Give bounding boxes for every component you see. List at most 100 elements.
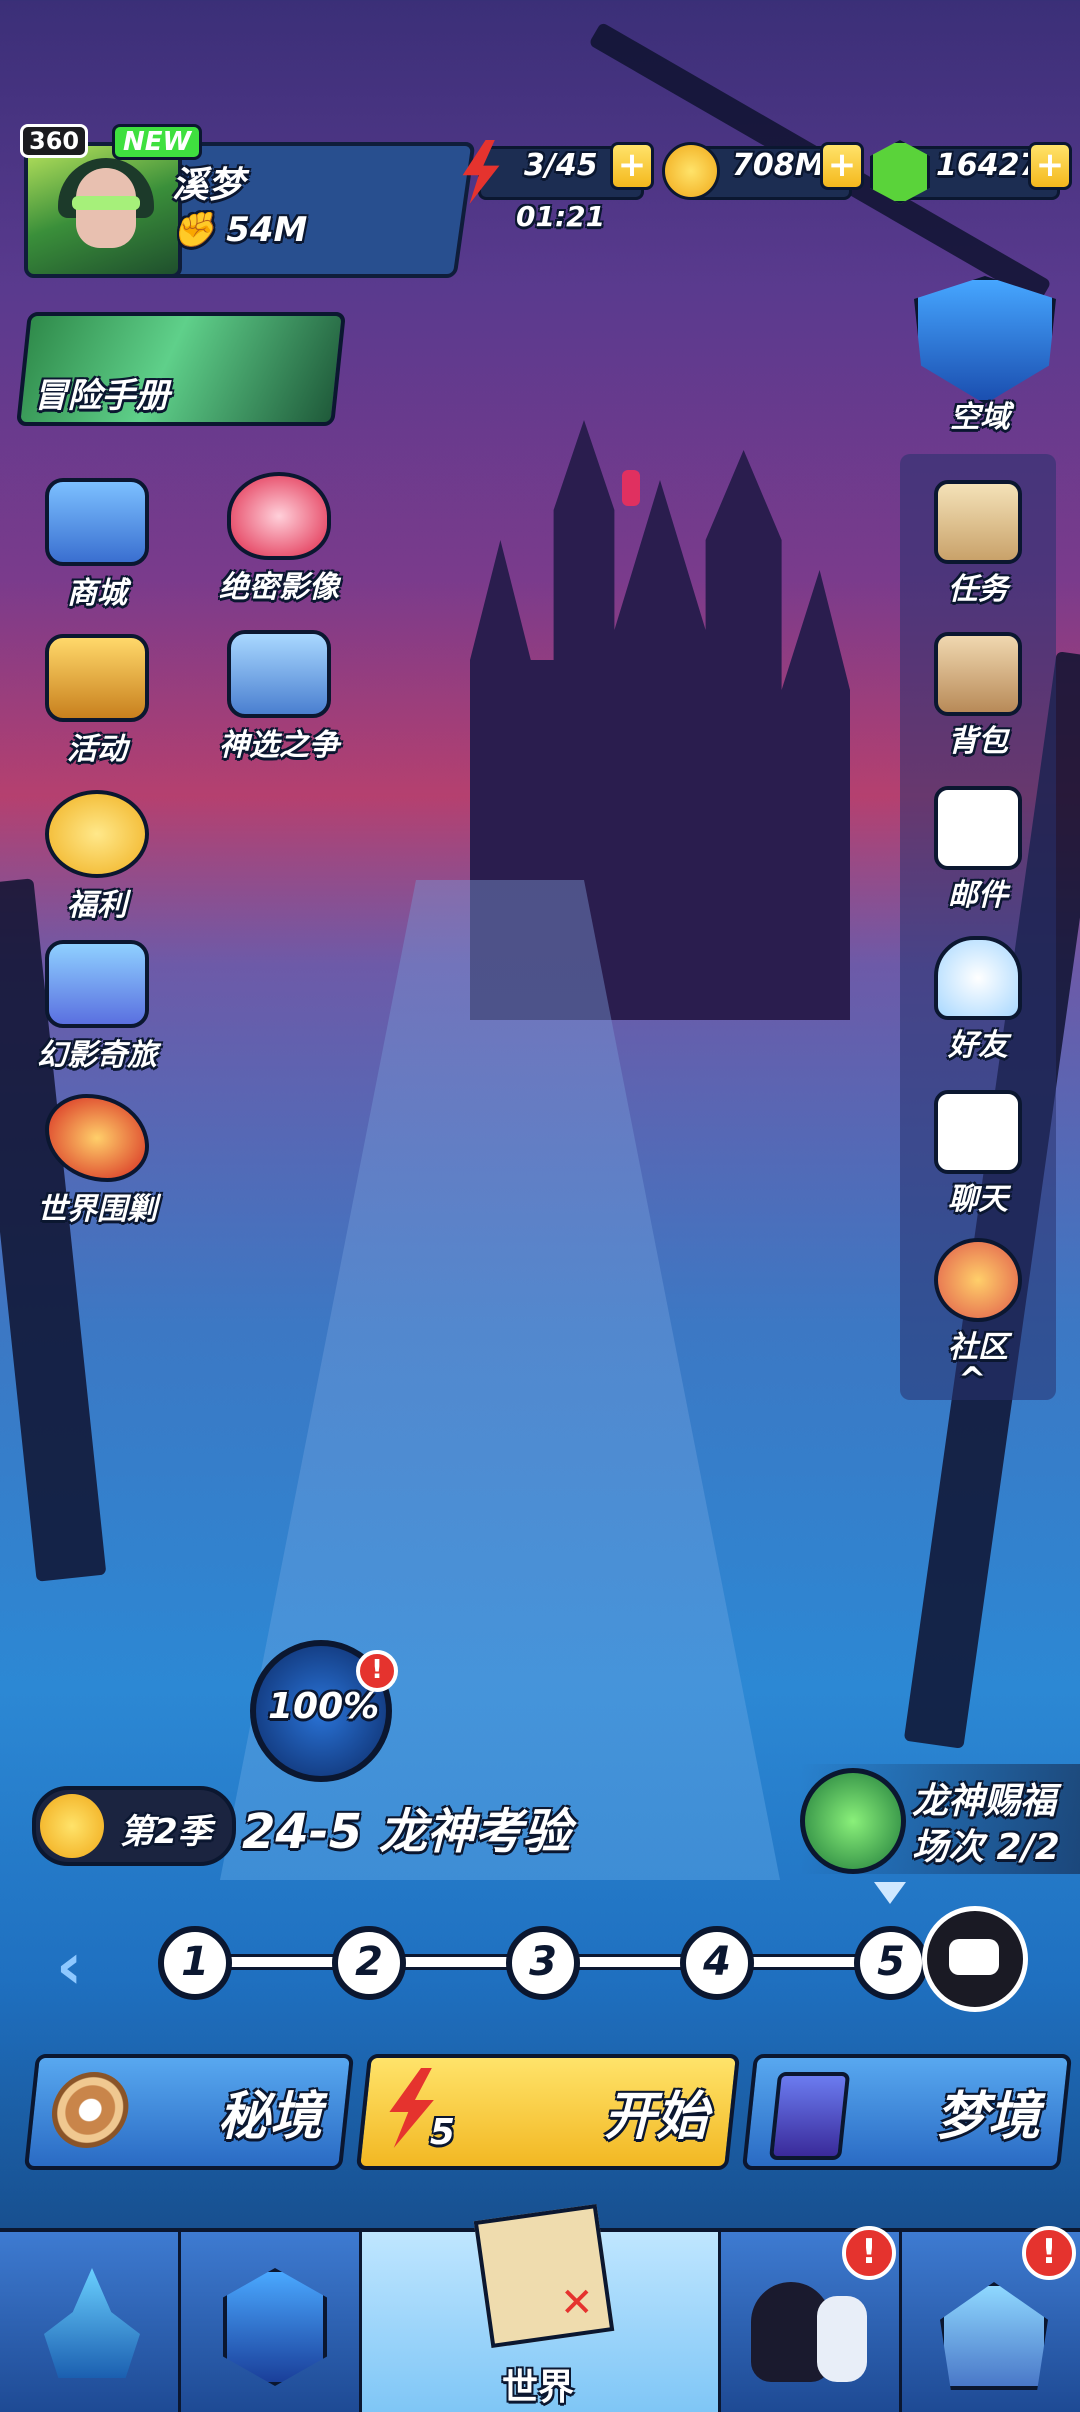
secret-realm-label: 秘境 bbox=[218, 2087, 323, 2147]
gift-chest-icon bbox=[45, 634, 149, 722]
new-tag: NEW bbox=[112, 124, 203, 160]
blessing-title: 龙神赐福 bbox=[912, 1781, 1057, 1822]
dream-realm-label: 梦境 bbox=[936, 2087, 1041, 2147]
scroll-icon bbox=[934, 480, 1022, 564]
companions-alert-badge: ! bbox=[842, 2226, 896, 2280]
coin-resource: 708M + bbox=[662, 140, 864, 200]
completion-alert-badge: ! bbox=[356, 1650, 398, 1692]
menu-backpack[interactable]: 背包 bbox=[912, 632, 1044, 760]
menu-backpack-label: 背包 bbox=[948, 724, 1008, 759]
crossed-swords-icon bbox=[227, 630, 331, 718]
gem-value: 16427 bbox=[936, 148, 1041, 183]
menu-secret-footage[interactable]: 绝密影像 bbox=[204, 472, 354, 606]
coin-plus-button[interactable]: + bbox=[820, 142, 864, 190]
airspace-label: 空域 bbox=[950, 400, 1010, 435]
community-icon bbox=[934, 1238, 1022, 1322]
fist-icon: ✊ bbox=[172, 210, 215, 250]
treasure-chest-icon bbox=[45, 478, 149, 566]
skeleton-icon bbox=[817, 2296, 867, 2382]
player-avatar[interactable] bbox=[24, 142, 182, 278]
chat-bubble-button[interactable] bbox=[922, 1906, 1028, 2012]
adventure-guide-label: 冒险手册 bbox=[33, 376, 170, 416]
swirl-orb-icon bbox=[800, 1768, 906, 1874]
crest-shield-icon bbox=[914, 276, 1056, 404]
menu-events-label: 活动 bbox=[67, 732, 127, 767]
stage-node-4[interactable]: 4 bbox=[680, 1926, 754, 2000]
start-cost: 5 bbox=[429, 2112, 455, 2153]
stage-node-1[interactable]: 1 bbox=[158, 1926, 232, 2000]
card-deck-icon bbox=[768, 2072, 851, 2160]
menu-events[interactable]: 活动 bbox=[22, 634, 172, 768]
player-card[interactable]: 360 NEW 溪梦 ✊ 54M bbox=[20, 124, 476, 278]
menu-chat[interactable]: 聊天 bbox=[912, 1090, 1044, 1218]
tab-heroes[interactable] bbox=[0, 2232, 181, 2412]
target-icon bbox=[48, 2072, 133, 2148]
power-value: 54M bbox=[226, 210, 308, 250]
energy-resource: 3/45 + bbox=[458, 140, 658, 204]
menu-world-siege-label: 世界围剿 bbox=[37, 1192, 157, 1227]
menu-phantom-journey-label: 幻影奇旅 bbox=[37, 1038, 157, 1073]
friends-icon bbox=[934, 936, 1022, 1020]
coin-icon bbox=[662, 142, 720, 200]
menu-chat-label: 聊天 bbox=[948, 1182, 1008, 1217]
energy-value: 3/45 bbox=[524, 148, 598, 183]
player-level: 360 bbox=[20, 124, 89, 158]
menu-shop-label: 商城 bbox=[67, 576, 127, 611]
energy-plus-button[interactable]: + bbox=[610, 142, 654, 190]
dragon-blessing-panel[interactable]: 龙神赐福 场次 2/2 bbox=[800, 1764, 1080, 1874]
menu-tasks[interactable]: 任务 bbox=[912, 480, 1044, 608]
adventure-guide-banner[interactable]: 冒险手册 bbox=[16, 312, 346, 426]
stage-title: 24-5 龙神考验 bbox=[242, 1804, 571, 1860]
stage-node-2[interactable]: 2 bbox=[332, 1926, 406, 2000]
player-power: ✊ 54M bbox=[172, 210, 307, 250]
menu-community[interactable]: 社区 bbox=[912, 1238, 1044, 1366]
piggy-bank-icon bbox=[45, 790, 149, 878]
avatar-blindfold bbox=[72, 196, 140, 210]
prev-chapter-arrow[interactable]: ‹ bbox=[56, 1930, 82, 2004]
map-x-mark: ✕ bbox=[560, 2280, 594, 2326]
start-label: 开始 bbox=[604, 2087, 709, 2147]
menu-friends-label: 好友 bbox=[948, 1028, 1008, 1063]
menu-world-siege[interactable]: 世界围剿 bbox=[22, 1094, 172, 1228]
dream-realm-button[interactable]: 梦境 bbox=[741, 2054, 1073, 2170]
treasure-map-icon bbox=[473, 2203, 615, 2349]
airspace-button[interactable]: 空域 bbox=[906, 272, 1056, 435]
menu-shop[interactable]: 商城 bbox=[22, 478, 172, 612]
tab-world-label: 世界 bbox=[502, 2367, 575, 2408]
menu-mail-label: 邮件 bbox=[948, 878, 1008, 913]
menu-welfare[interactable]: 福利 bbox=[22, 790, 172, 924]
menu-phantom-journey[interactable]: 幻影奇旅 bbox=[22, 940, 172, 1074]
red-flower-icon bbox=[227, 472, 331, 560]
season-refresh-icon bbox=[40, 1794, 104, 1858]
menu-tasks-label: 任务 bbox=[948, 572, 1008, 607]
player-name: 溪梦 bbox=[172, 165, 245, 206]
house-icon bbox=[940, 2282, 1048, 2390]
tab-world[interactable]: ✕ 世界 bbox=[362, 2203, 721, 2412]
collapse-menu-button[interactable]: ^ bbox=[958, 1360, 987, 1400]
menu-friends[interactable]: 好友 bbox=[912, 936, 1044, 1064]
fire-bird-icon bbox=[45, 1094, 149, 1182]
completion-percent: 100% bbox=[268, 1686, 380, 1727]
secret-realm-button[interactable]: 秘境 bbox=[23, 2054, 355, 2170]
crystal-icon bbox=[44, 2268, 140, 2378]
tab-guild[interactable] bbox=[181, 2232, 362, 2412]
gem-resource: 16427 + bbox=[870, 140, 1072, 204]
menu-mail[interactable]: 邮件 bbox=[912, 786, 1044, 914]
stage-node-3[interactable]: 3 bbox=[506, 1926, 580, 2000]
menu-welfare-label: 福利 bbox=[67, 888, 127, 923]
start-button[interactable]: 5 开始 bbox=[355, 2054, 741, 2170]
menu-secret-footage-label: 绝密影像 bbox=[219, 570, 339, 605]
blessing-sessions: 场次 2/2 bbox=[912, 1827, 1060, 1868]
backpack-icon bbox=[934, 632, 1022, 716]
camera-icon bbox=[45, 940, 149, 1028]
hex-badge-icon bbox=[223, 2268, 327, 2386]
menu-chosen-battle[interactable]: 神选之争 bbox=[204, 630, 354, 764]
gem-plus-button[interactable]: + bbox=[1028, 142, 1072, 190]
mail-icon bbox=[934, 786, 1022, 870]
current-stage-marker bbox=[874, 1882, 906, 1904]
menu-chosen-battle-label: 神选之争 bbox=[219, 728, 339, 763]
stage-node-5[interactable]: 5 bbox=[854, 1926, 928, 2000]
coin-value: 708M bbox=[732, 148, 825, 183]
chat-icon bbox=[934, 1090, 1022, 1174]
season-badge[interactable]: 第2季 bbox=[32, 1786, 236, 1866]
